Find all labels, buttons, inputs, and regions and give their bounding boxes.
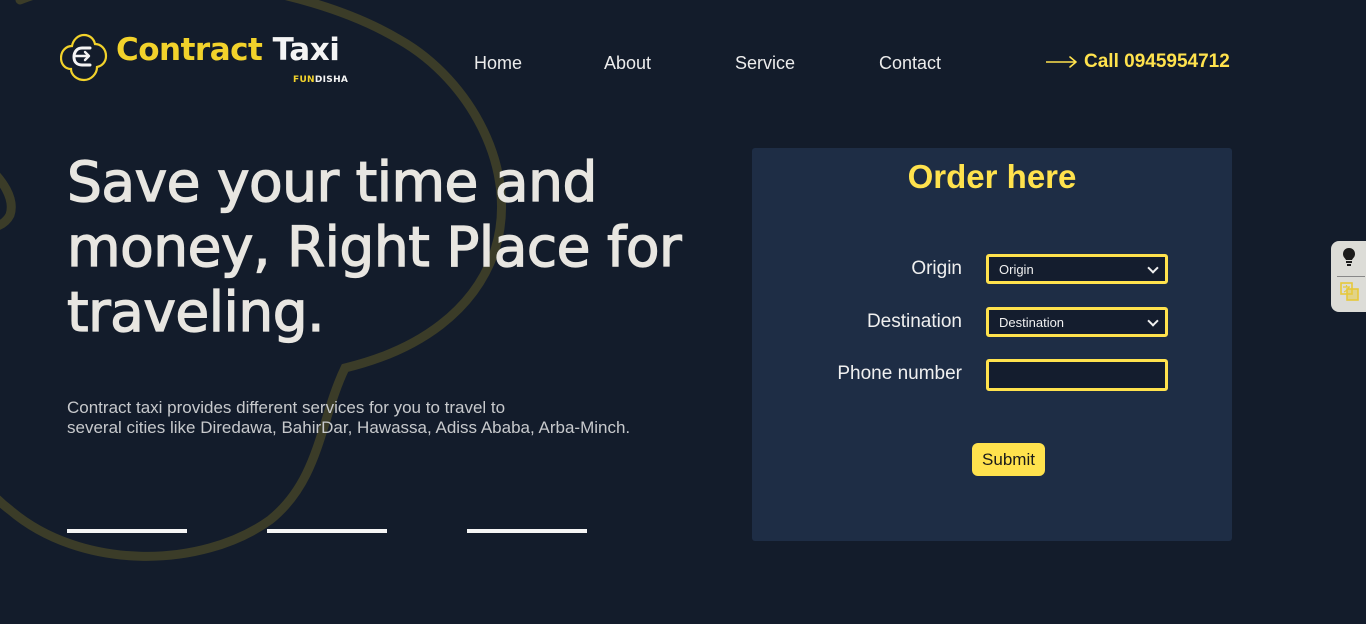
decorative-bar-1 bbox=[67, 529, 187, 533]
brand-name-part1: Contract bbox=[116, 32, 263, 68]
submit-button[interactable]: Submit bbox=[972, 443, 1045, 476]
nav-contact[interactable]: Contact bbox=[879, 53, 941, 74]
brand-subtitle: FUNDISHA bbox=[293, 75, 348, 85]
lightbulb-icon[interactable] bbox=[1341, 247, 1357, 267]
brand-subtitle-part2: DISHA bbox=[314, 75, 349, 85]
nav-service[interactable]: Service bbox=[735, 53, 795, 74]
phone-input[interactable] bbox=[986, 359, 1168, 391]
destination-select-value: Destination bbox=[999, 314, 1065, 330]
taxi-logo-icon bbox=[60, 33, 108, 82]
brand-subtitle-part1: FUN bbox=[293, 75, 315, 85]
call-link[interactable]: Call 0945954712 bbox=[1046, 51, 1230, 73]
phone-label: Phone number bbox=[837, 363, 962, 384]
hero-description-line2: several cities like Diredawa, BahirDar, … bbox=[67, 418, 631, 437]
order-form-panel: Order here Origin Origin Destination Des… bbox=[752, 148, 1232, 541]
brand-logo[interactable]: Contract Taxi FUNDISHA bbox=[60, 30, 360, 90]
origin-select-value: Origin bbox=[999, 261, 1034, 277]
decorative-bar-3 bbox=[467, 529, 587, 533]
destination-select[interactable]: Destination bbox=[986, 307, 1168, 337]
translate-icon[interactable] bbox=[1340, 282, 1360, 302]
nav-home[interactable]: Home bbox=[474, 53, 522, 74]
decorative-bar-2 bbox=[267, 529, 387, 533]
nav-about[interactable]: About bbox=[604, 53, 651, 74]
origin-label: Origin bbox=[911, 258, 962, 279]
hero-description-line1: Contract taxi provides different service… bbox=[67, 398, 506, 417]
order-title: Order here bbox=[907, 158, 1077, 195]
origin-select[interactable]: Origin bbox=[986, 254, 1168, 284]
chevron-down-icon bbox=[1147, 314, 1159, 327]
call-label: Call 0945954712 bbox=[1084, 51, 1230, 72]
side-widget-divider bbox=[1337, 276, 1365, 277]
hero-title: Save your time and money, Right Place fo… bbox=[66, 149, 682, 344]
chevron-down-icon bbox=[1147, 261, 1159, 274]
brand-name-part2: Taxi bbox=[272, 32, 340, 68]
brand-name: Contract Taxi bbox=[116, 32, 340, 68]
side-widget bbox=[1331, 241, 1366, 312]
hero-description: Contract taxi provides different service… bbox=[67, 398, 687, 438]
destination-label: Destination bbox=[866, 311, 962, 332]
arrow-right-icon bbox=[1046, 56, 1077, 68]
